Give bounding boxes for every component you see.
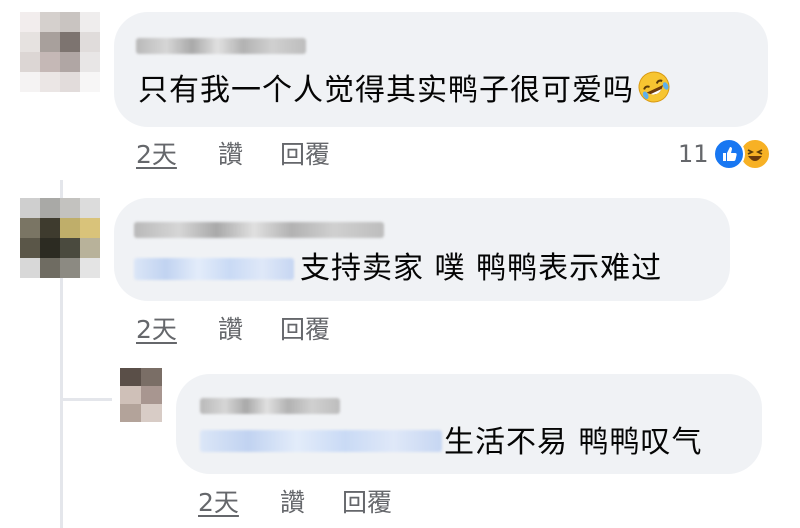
thread-line-branch: [60, 398, 112, 401]
comment-bubble: 生活不易 鸭鸭叹气: [176, 374, 762, 474]
comment-actions: 2天 讚 回覆: [198, 488, 458, 518]
comment-bubble: 只有我一个人觉得其实鸭子很可爱吗: [114, 12, 768, 127]
author-name-redacted[interactable]: [134, 222, 384, 238]
avatar[interactable]: [20, 12, 100, 92]
comment-actions: 2天 讚 回覆: [136, 140, 396, 170]
mention-tag-redacted[interactable]: [200, 430, 442, 452]
comment-actions: 2天 讚 回覆: [136, 315, 396, 345]
timestamp-link[interactable]: 2天: [198, 488, 239, 518]
mention-tag-redacted[interactable]: [134, 258, 294, 280]
reply-button[interactable]: 回覆: [342, 488, 392, 518]
avatar[interactable]: [20, 198, 100, 278]
comment-bubble: 支持卖家 噗 鸭鸭表示难过: [114, 198, 730, 301]
comment-text: 生活不易 鸭鸭叹气: [444, 425, 703, 460]
reaction-count: 11: [678, 140, 709, 168]
reply-button[interactable]: 回覆: [280, 315, 330, 345]
timestamp-link[interactable]: 2天: [136, 140, 177, 170]
comment-text: 只有我一个人觉得其实鸭子很可爱吗: [138, 70, 671, 114]
like-button[interactable]: 讚: [280, 488, 305, 518]
rofl-emoji: [637, 70, 671, 114]
comment-text: 支持卖家 噗 鸭鸭表示难过: [300, 251, 663, 286]
reply-button[interactable]: 回覆: [280, 140, 330, 170]
author-name-redacted[interactable]: [200, 398, 340, 414]
author-name-redacted[interactable]: [136, 38, 306, 54]
reaction-summary[interactable]: 11: [678, 138, 771, 170]
like-icon: [712, 138, 745, 170]
like-button[interactable]: 讚: [218, 315, 243, 345]
avatar[interactable]: [120, 368, 162, 422]
like-button[interactable]: 讚: [218, 140, 243, 170]
timestamp-link[interactable]: 2天: [136, 315, 177, 345]
